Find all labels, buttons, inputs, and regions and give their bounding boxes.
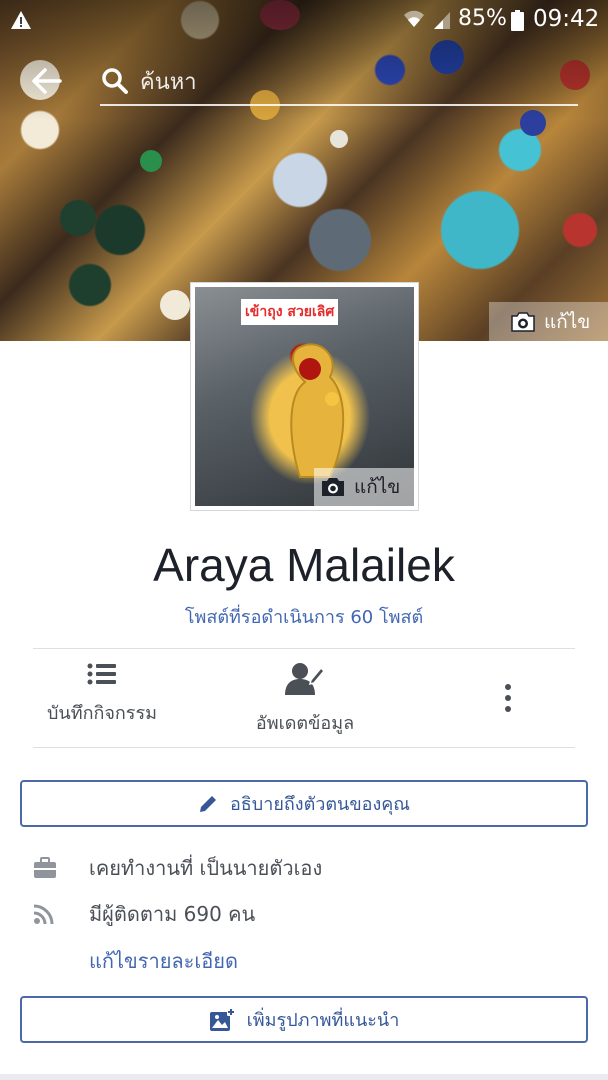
add-featured-photos-button[interactable]: เพิ่มรูปภาพที่แนะนำ <box>20 996 588 1043</box>
describe-yourself-label: อธิบายถึงตัวตนของคุณ <box>230 794 410 815</box>
briefcase-icon <box>34 857 56 878</box>
update-info-button[interactable]: อัพเดตข้อมูล <box>244 662 366 737</box>
profile-picture-frame[interactable]: เข้าถุง สวยเลิศ แก้ไข <box>190 282 419 511</box>
add-photo-icon <box>209 1007 235 1031</box>
back-arrow-icon[interactable] <box>30 66 62 96</box>
update-info-label: อัพเดตข้อมูล <box>255 713 355 734</box>
signal-icon <box>434 12 450 29</box>
edit-cover-button[interactable]: แก้ไข <box>489 302 608 341</box>
battery-percentage: 85% <box>458 6 507 31</box>
search-icon[interactable] <box>101 67 129 95</box>
list-icon <box>87 663 116 685</box>
activity-log-button[interactable]: บันทึกกิจกรรม <box>40 662 164 727</box>
profile-picture-caption: เข้าถุง สวยเลิศ <box>241 299 339 325</box>
battery-icon <box>511 10 524 31</box>
status-bar: 85% 09:42 <box>0 0 608 40</box>
section-separator <box>0 1074 608 1080</box>
pendant-image <box>290 343 345 478</box>
edit-profile-picture-label: แก้ไข <box>354 476 401 498</box>
wifi-icon <box>404 10 424 28</box>
more-options-icon[interactable] <box>496 680 520 716</box>
clock: 09:42 <box>533 6 600 32</box>
divider <box>33 648 575 649</box>
pending-posts-link[interactable]: โพสต์ที่รอดำเนินการ 60 โพสต์ <box>0 602 608 631</box>
add-featured-photos-label: เพิ่มรูปภาพที่แนะนำ <box>246 1010 400 1031</box>
camera-icon <box>322 478 344 496</box>
divider <box>33 747 575 748</box>
followers-label: มีผู้ติดตาม 690 คน <box>89 902 256 926</box>
search-underline <box>100 104 578 106</box>
pencil-icon <box>200 795 216 812</box>
edit-details-link[interactable]: แก้ไขรายละเอียด <box>89 945 238 977</box>
edit-profile-icon <box>285 663 325 695</box>
edit-cover-label: แก้ไข <box>544 310 591 333</box>
edit-profile-picture-button[interactable]: แก้ไข <box>314 468 414 506</box>
activity-log-label: บันทึกกิจกรรม <box>46 703 158 724</box>
profile-name: Araya Malailek <box>153 539 455 591</box>
describe-yourself-button[interactable]: อธิบายถึงตัวตนของคุณ <box>20 780 588 827</box>
rss-icon <box>33 904 54 925</box>
followers-info: มีผู้ติดตาม 690 คน <box>33 898 255 930</box>
search-input[interactable] <box>140 66 580 98</box>
work-info: เคยทำงานที่ เป็นนายตัวเอง <box>33 852 322 884</box>
warning-icon <box>11 11 31 29</box>
camera-icon <box>511 311 535 332</box>
profile-picture[interactable]: เข้าถุง สวยเลิศ แก้ไข <box>195 287 414 506</box>
work-label: เคยทำงานที่ เป็นนายตัวเอง <box>89 856 323 880</box>
